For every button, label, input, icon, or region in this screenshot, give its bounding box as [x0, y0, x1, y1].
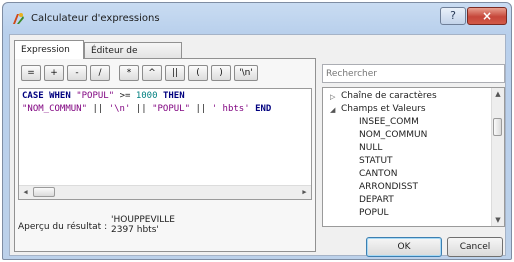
operator-open-paren-button[interactable]: ( — [188, 65, 208, 81]
code-field: "POPUL" — [76, 91, 115, 101]
close-button[interactable]: × — [467, 7, 507, 25]
tree-item-field[interactable]: POPUL — [359, 208, 389, 218]
tree-vertical-scrollbar[interactable]: ▲ ▼ — [491, 88, 504, 226]
code-field: "NOM_COMMUN" — [22, 104, 88, 114]
tree-item-field[interactable]: CANTON — [359, 169, 398, 179]
scroll-left-icon[interactable]: ◀ — [19, 186, 32, 199]
code-operator: || — [92, 104, 104, 114]
function-tree: ▷ Chaîne de caractères ◢ Champs et Valeu… — [322, 87, 505, 227]
scroll-down-icon[interactable]: ▼ — [492, 214, 504, 226]
tab-expression[interactable]: Expression — [14, 40, 84, 59]
operator-close-paren-button[interactable]: ) — [211, 65, 231, 81]
operator-plus-button[interactable]: + — [44, 65, 64, 81]
operator-minus-button[interactable]: - — [67, 65, 87, 81]
tree-item-field[interactable]: NOM_COMMUN — [359, 130, 427, 140]
collapsed-arrow-icon[interactable]: ▷ — [330, 93, 335, 101]
tree-item-field[interactable]: DEPART — [359, 195, 394, 205]
expression-dialog: Calculateur d'expressions ? × Expression… — [2, 2, 512, 260]
tree-item-field[interactable]: INSEE_COMM — [359, 117, 419, 127]
code-field: "POPUL" — [152, 104, 191, 114]
tree-item-field[interactable]: NULL — [359, 143, 382, 153]
scroll-thumb[interactable] — [493, 118, 502, 136]
scroll-up-icon[interactable]: ▲ — [492, 88, 504, 100]
code-line-2: "NOM_COMMUN" || '\n' || "POPUL" || ' hbt… — [22, 104, 271, 114]
tree-group-fields[interactable]: Champs et Valeurs — [341, 104, 426, 114]
ok-button[interactable]: OK — [366, 237, 442, 257]
code-keyword: THEN — [162, 91, 185, 101]
code-keyword: END — [255, 104, 272, 114]
expression-editor[interactable]: CASE WHEN "POPUL" >= 1000 THEN "NOM_COMM… — [18, 88, 312, 200]
operator-newline-button[interactable]: '\n' — [234, 65, 258, 81]
cancel-button[interactable]: Cancel — [447, 237, 503, 257]
dialog-body: Expression Éditeur de fonction = + - / *… — [9, 34, 506, 257]
operator-divide-button[interactable]: / — [90, 65, 110, 81]
operator-equals-button[interactable]: = — [21, 65, 41, 81]
window-title: Calculateur d'expressions — [31, 13, 160, 24]
operator-power-button[interactable]: ^ — [142, 65, 162, 81]
code-operator: || — [135, 104, 147, 114]
tree-item-field[interactable]: STATUT — [359, 156, 393, 166]
tree-group-string[interactable]: Chaîne de caractères — [341, 91, 437, 101]
editor-horizontal-scrollbar[interactable]: ◀ ▶ — [19, 185, 311, 199]
tab-function-editor[interactable]: Éditeur de fonction — [84, 42, 182, 72]
code-keyword: CASE WHEN — [22, 91, 71, 101]
expression-panel: = + - / * ^ || ( ) '\n' CASE WHEN "POPUL… — [14, 58, 316, 252]
code-operator: || — [195, 104, 207, 114]
code-line-1: CASE WHEN "POPUL" >= 1000 THEN — [22, 91, 185, 101]
preview-label: Aperçu du résultat : — [18, 222, 108, 232]
code-operator: >= — [119, 91, 131, 101]
operator-concat-button[interactable]: || — [165, 65, 185, 81]
search-input[interactable] — [322, 64, 505, 83]
code-string: '\n' — [108, 104, 131, 114]
preview-value: 'HOUPPEVILLE 2397 hbts' — [111, 215, 175, 235]
tree-item-field[interactable]: ARRONDISST — [359, 182, 418, 192]
scroll-thumb[interactable] — [33, 187, 55, 197]
code-number: 1000 — [135, 91, 158, 101]
operator-multiply-button[interactable]: * — [119, 65, 139, 81]
scroll-right-icon[interactable]: ▶ — [298, 186, 311, 199]
expression-app-icon — [13, 13, 24, 24]
code-string: ' hbts' — [211, 104, 250, 114]
expanded-arrow-icon[interactable]: ◢ — [330, 106, 335, 114]
help-button[interactable]: ? — [440, 7, 466, 25]
title-bar[interactable]: Calculateur d'expressions ? × — [3, 3, 511, 33]
